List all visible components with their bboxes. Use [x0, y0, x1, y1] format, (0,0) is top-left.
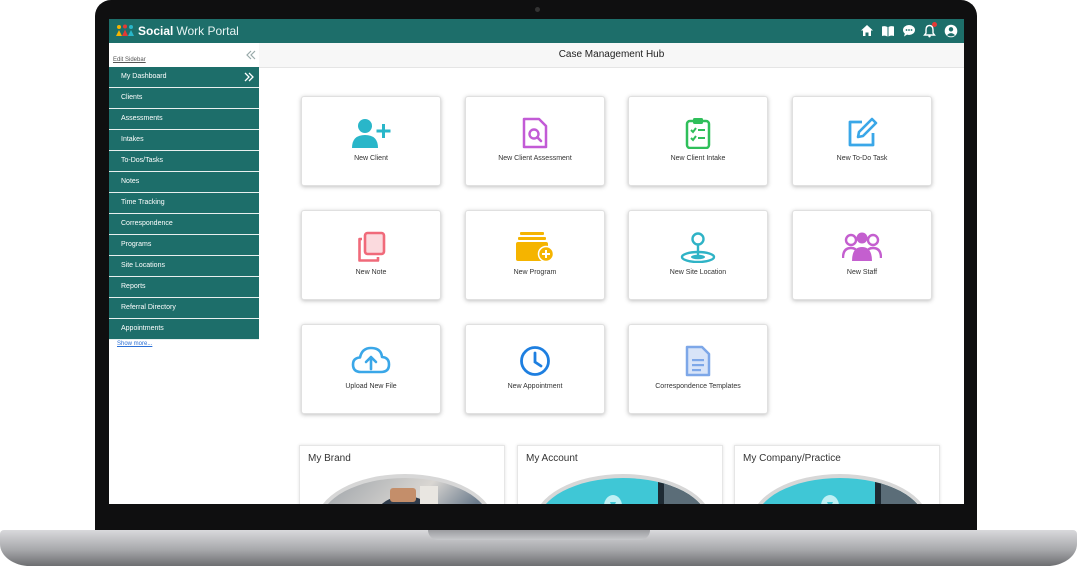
cloud-upload-icon [351, 346, 391, 374]
page-title: Case Management Hub [259, 43, 964, 68]
book-icon[interactable] [880, 23, 895, 38]
tile-label: New Client Intake [670, 155, 726, 162]
card-title: My Account [526, 453, 578, 464]
show-more-link[interactable]: Show more... [117, 341, 152, 347]
sidebar-item-referral-directory[interactable]: Referral Directory [109, 298, 259, 319]
tile-upload-new-file[interactable]: Upload New File [301, 324, 441, 414]
sidebar-item-site-locations[interactable]: Site Locations [109, 256, 259, 277]
tile-label: New Site Location [669, 269, 727, 276]
edit-icon [848, 117, 878, 147]
add-user-icon [352, 119, 391, 148]
sidebar-item-correspondence[interactable]: Correspondence [109, 214, 259, 235]
sidebar-item-label: My Dashboard [121, 73, 167, 80]
sidebar-item-label: Correspondence [121, 220, 173, 227]
main-content: Case Management Hub New Client New Clien… [259, 43, 964, 504]
top-icon-group [859, 22, 958, 38]
webcam [535, 7, 540, 12]
tile-label: New Program [513, 269, 557, 276]
location-pin-icon [680, 232, 716, 263]
sidebar-item-notes[interactable]: Notes [109, 172, 259, 193]
sidebar-item-my-dashboard[interactable]: My Dashboard [109, 67, 259, 88]
tile-correspondence-templates[interactable]: Correspondence Templates [628, 324, 768, 414]
tile-new-site-location[interactable]: New Site Location [628, 210, 768, 300]
tile-label: New Appointment [507, 383, 563, 390]
tile-new-note[interactable]: New Note [301, 210, 441, 300]
app-window: Social Work Portal Edit Sidebar My Dashb… [109, 19, 964, 504]
sidebar-item-label: Notes [121, 178, 140, 185]
sidebar-item-label: Assessments [121, 115, 163, 122]
tile-label: New Client Assessment [498, 155, 572, 162]
brand-name-rest: Work Portal [176, 24, 239, 38]
app-logo[interactable]: Social Work Portal [115, 22, 239, 40]
sidebar-item-assessments[interactable]: Assessments [109, 109, 259, 130]
tile-new-client-intake[interactable]: New Client Intake [628, 96, 768, 186]
sidebar-item-intakes[interactable]: Intakes [109, 130, 259, 151]
notes-icon [358, 231, 386, 262]
chat-icon[interactable] [901, 23, 916, 38]
sidebar-item-label: Time Tracking [121, 199, 165, 206]
document-icon [685, 345, 711, 377]
clipboard-check-icon [685, 118, 711, 149]
group-icon [842, 232, 882, 261]
folder-add-icon [516, 232, 555, 263]
document-search-icon [522, 117, 548, 149]
bell-icon[interactable] [922, 22, 937, 38]
sidebar-item-label: Referral Directory [121, 304, 176, 311]
notification-badge [932, 22, 937, 27]
card-title: My Brand [308, 453, 351, 464]
card-title: My Company/Practice [743, 453, 841, 464]
edit-sidebar-link[interactable]: Edit Sidebar [113, 57, 146, 63]
home-icon[interactable] [859, 23, 874, 38]
sidebar-item-label: Programs [121, 241, 152, 248]
brand-name-bold: Social [138, 24, 174, 38]
tile-new-client[interactable]: New Client [301, 96, 441, 186]
sidebar-item-todos-tasks[interactable]: To-Dos/Tasks [109, 151, 259, 172]
collapse-sidebar-icon[interactable] [245, 47, 257, 65]
tile-new-staff[interactable]: New Staff [792, 210, 932, 300]
company-illustration [751, 474, 929, 504]
user-icon[interactable] [943, 23, 958, 38]
sidebar-item-label: Clients [121, 94, 143, 101]
clock-icon [520, 346, 550, 376]
tile-label: Correspondence Templates [655, 383, 741, 390]
tile-label: New To-Do Task [836, 155, 888, 162]
account-illustration [534, 474, 712, 504]
tile-label: New Note [355, 269, 387, 276]
card-my-company-practice[interactable]: My Company/Practice [734, 445, 940, 504]
tile-label: New Client [354, 155, 388, 162]
sidebar-item-label: Intakes [121, 136, 144, 143]
tile-new-appointment[interactable]: New Appointment [465, 324, 605, 414]
sidebar-item-programs[interactable]: Programs [109, 235, 259, 256]
sidebar-item-label: To-Dos/Tasks [121, 157, 164, 164]
laptop-notch [428, 530, 650, 540]
tile-new-client-assessment[interactable]: New Client Assessment [465, 96, 605, 186]
top-bar: Social Work Portal [109, 19, 964, 43]
sidebar-item-time-tracking[interactable]: Time Tracking [109, 193, 259, 214]
brand-photo [316, 474, 494, 504]
tile-label: New Staff [846, 269, 878, 276]
tile-new-todo-task[interactable]: New To-Do Task [792, 96, 932, 186]
logo-people-icon [116, 24, 134, 36]
sidebar-item-label: Reports [121, 283, 146, 290]
card-my-account[interactable]: My Account [517, 445, 723, 504]
sidebar: Edit Sidebar My Dashboard Clients Assess… [109, 43, 259, 504]
card-my-brand[interactable]: My Brand [299, 445, 505, 504]
sidebar-nav: My Dashboard Clients Assessments Intakes… [109, 67, 259, 340]
sidebar-item-reports[interactable]: Reports [109, 277, 259, 298]
sidebar-item-label: Site Locations [121, 262, 165, 269]
sidebar-item-clients[interactable]: Clients [109, 88, 259, 109]
tile-label: Upload New File [345, 383, 397, 390]
tile-new-program[interactable]: New Program [465, 210, 605, 300]
sidebar-item-appointments[interactable]: Appointments [109, 319, 259, 340]
sidebar-item-label: Appointments [121, 325, 164, 332]
